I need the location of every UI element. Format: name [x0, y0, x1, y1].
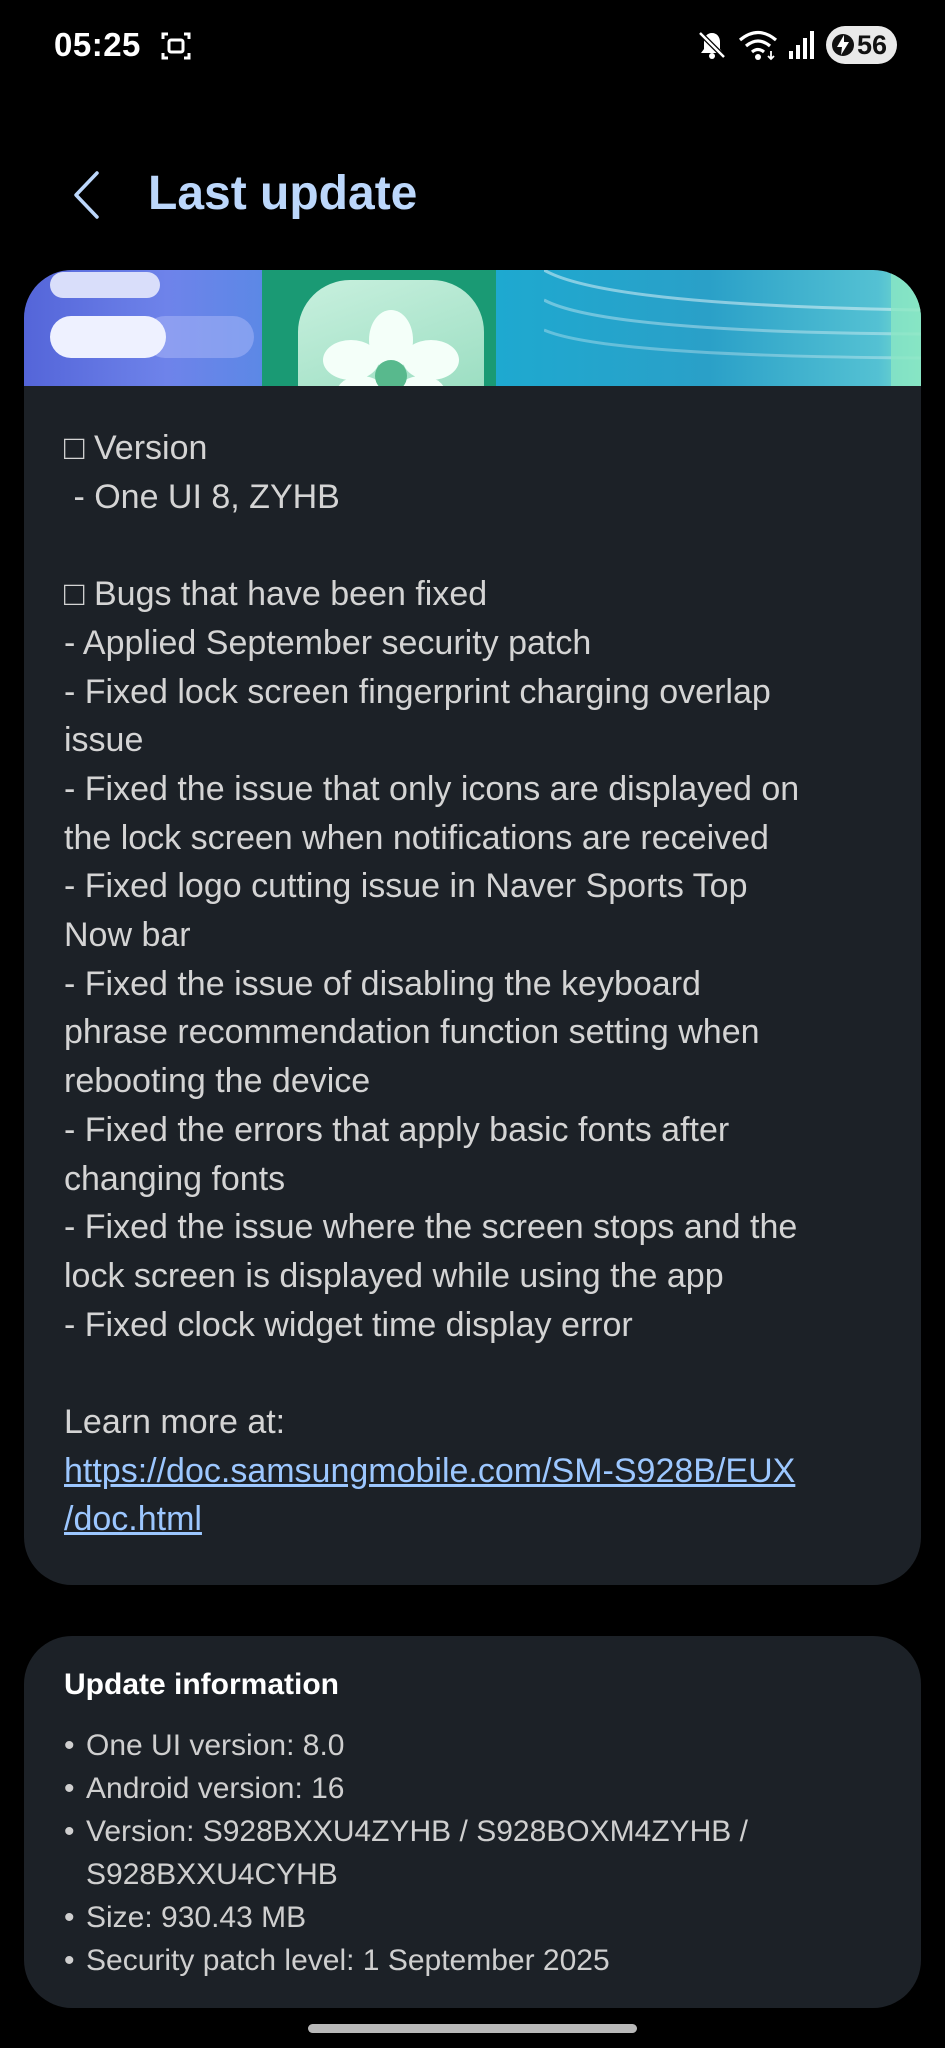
info-item-text: Version: S928BXXU4ZYHB / S928BOXM4ZYHB /… [86, 1810, 894, 1896]
note-line: - Fixed lock screen fingerprint charging… [64, 672, 771, 711]
info-item: • One UI version: 8.0 [64, 1724, 894, 1767]
banner-segment [24, 270, 262, 386]
info-item: • Size: 930.43 MB [64, 1896, 894, 1939]
mute-icon [698, 31, 726, 59]
note-line: the lock screen when notifications are r… [64, 818, 769, 857]
note-line: changing fonts [64, 1159, 286, 1198]
status-icons: 56 [696, 22, 897, 68]
chevron-left-icon [74, 171, 99, 219]
info-item-line: S928BXXU4CYHB [86, 1858, 338, 1891]
note-line: - Fixed the errors that apply basic font… [64, 1110, 730, 1149]
wifi-icon [738, 30, 777, 61]
note-line: - Fixed logo cutting issue in Naver Spor… [64, 867, 748, 906]
link-line[interactable]: /doc.html [64, 1495, 881, 1544]
note-line: - One UI 8, ZYHB [64, 477, 340, 516]
header: Last update [0, 150, 945, 240]
battery-charging-icon [831, 34, 854, 56]
note-line: - Applied September security patch [64, 623, 592, 662]
info-item-line: Security patch level: 1 September 2025 [86, 1944, 610, 1977]
banner-shape [50, 272, 160, 298]
info-item-text: One UI version: 8.0 [86, 1724, 894, 1767]
update-info-card: Update information • One UI version: 8.0 •… [24, 1636, 921, 2008]
bullet: • [64, 1815, 75, 1848]
note-line: lock screen is displayed while using the… [64, 1256, 724, 1295]
bullet: • [64, 1944, 75, 1977]
last-update-screen: 05:25 56 Last update □ Version - One UI … [0, 0, 945, 2048]
battery-indicator: 56 [825, 26, 897, 64]
banner-shape [50, 316, 166, 358]
screenshot-icon [161, 32, 191, 60]
banner-app-tile [298, 280, 484, 386]
info-item-text: Security patch level: 1 September 2025 [86, 1939, 894, 1982]
info-item: • Android version: 16 [64, 1767, 894, 1810]
note-line: Now bar [64, 916, 191, 955]
info-item-text: Android version: 16 [86, 1767, 894, 1810]
note-line: □ Bugs that have been fixed [64, 575, 488, 614]
info-item: • Version: S928BXXU4ZYHB / S928BOXM4ZYHB … [64, 1810, 894, 1896]
note-line: □ Version [64, 429, 208, 467]
status-time: 05:25 [54, 26, 141, 63]
link-line[interactable]: https://doc.samsungmobile.com/SM-S928B/E… [64, 1447, 881, 1496]
signal-icon [788, 31, 814, 59]
info-item-text: Size: 930.43 MB [86, 1896, 894, 1939]
bullet: • [64, 1901, 75, 1934]
update-notes-card[interactable]: □ Version - One UI 8, ZYHB □ Bugs that ha… [24, 270, 921, 1585]
info-item: • Security patch level: 1 September 2025 [64, 1939, 894, 1982]
back-button[interactable] [62, 164, 110, 226]
battery-level: 56 [856, 29, 887, 60]
note-line: Learn more at: [64, 1403, 286, 1442]
note-line: - Fixed the issue of disabling the keybo… [64, 964, 701, 1003]
navigation-handle[interactable] [308, 2024, 637, 2033]
learn-more-link[interactable]: https://doc.samsungmobile.com/SM-S928B/E… [64, 1447, 881, 1544]
info-item-line: Size: 930.43 MB [86, 1901, 307, 1934]
info-item-line: Android version: 16 [86, 1772, 345, 1805]
update-info-list: • One UI version: 8.0 • Android version: 16… [64, 1724, 894, 1982]
note-line: rebooting the device [64, 1062, 371, 1101]
update-notes: □ Version - One UI 8, ZYHB □ Bugs that ha… [24, 386, 921, 1544]
flower-icon [323, 310, 459, 386]
info-item-line: Version: S928BXXU4ZYHB / S928BOXM4ZYHB / [86, 1815, 748, 1848]
note-line: - Fixed clock widget time display error [64, 1305, 633, 1344]
note-line: phrase recommendation function setting w… [64, 1013, 760, 1052]
status-bar: 05:25 56 [0, 0, 945, 92]
update-banner [24, 270, 921, 386]
page-title: Last update [148, 167, 418, 220]
info-item-line: One UI version: 8.0 [86, 1729, 345, 1762]
note-line: issue [64, 721, 144, 760]
note-line: - Fixed the issue where the screen stops… [64, 1208, 798, 1247]
bullet: • [64, 1729, 75, 1762]
update-info-title: Update information [64, 1668, 339, 1701]
banner-decoration [544, 270, 921, 386]
bullet: • [64, 1772, 75, 1805]
update-notes-text: □ Version - One UI 8, ZYHB □ Bugs that ha… [64, 424, 881, 1447]
note-line: - Fixed the issue that only icons are di… [64, 769, 800, 808]
